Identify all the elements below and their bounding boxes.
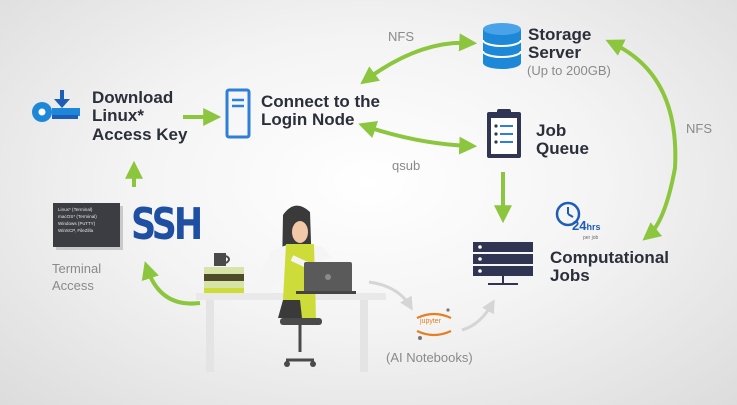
login-node-label: Connect to the Login Node [261, 92, 380, 130]
terminal-line-1: Terminal [52, 261, 102, 276]
edge-label-qsub: qsub [392, 158, 421, 173]
compute-node-label: Computational Jobs [550, 248, 669, 286]
arrow-qsub-login-queue [358, 120, 478, 155]
queue-line-2: Queue [536, 139, 589, 159]
arrow-nfs-storage-compute [605, 39, 678, 241]
server-rack-icon [473, 242, 533, 285]
compute-line-1: Computational [550, 248, 669, 267]
workflow-diagram: Download Linux* Access Key Connect to th… [0, 0, 737, 405]
storage-capacity-note: (Up to 200GB) [527, 63, 611, 78]
arrow-desk-to-ssh [141, 261, 201, 306]
download-line-3: Access Key [92, 124, 188, 144]
terminal-screen: Linux* (Terminal) macOS* (Terminal) Wind… [53, 203, 120, 247]
person-at-laptop-illustration [196, 205, 386, 372]
download-line-2: Linux* [92, 106, 144, 126]
terminal-line-windows: Windows (PuTTY) [58, 221, 96, 226]
storage-line-1: Storage [528, 25, 592, 44]
arrow-notebooks-to-compute [461, 299, 495, 332]
edge-label-nfs-right: NFS [686, 121, 712, 136]
download-line-1: Download [92, 88, 174, 107]
storage-node-label: Storage Server [528, 25, 592, 63]
terminal-line-2: Access [52, 277, 94, 293]
notebooks-label: (AI Notebooks) [386, 350, 473, 365]
login-line-1: Connect to the [261, 92, 380, 111]
time-badge-value: 24hrs [572, 218, 600, 233]
arrow-nfs-login-storage [360, 33, 478, 85]
key-download-icon [32, 90, 80, 122]
clipboard-list-icon [487, 109, 521, 158]
edge-label-nfs-top: NFS [388, 29, 414, 44]
login-line-2: Login Node [261, 110, 355, 130]
jupyter-label: jupyter [420, 318, 442, 325]
storage-line-2: Server [528, 43, 581, 63]
time-badge-unit: hrs [586, 222, 601, 232]
terminal-line-winscp: WinSCP, FileZilla [58, 228, 94, 233]
queue-node-label: Job Queue [536, 121, 589, 159]
time-badge-number: 24 [572, 218, 587, 233]
terminal-line-macos: macOS* (Terminal) [58, 214, 97, 219]
ssh-label: SSH [131, 200, 203, 250]
queue-line-1: Job [536, 121, 567, 140]
server-tower-icon [225, 88, 251, 139]
time-badge-note: per job [583, 235, 599, 241]
terminal-line-linux: Linux* (Terminal) [58, 207, 93, 212]
terminal-access-label: Terminal Access [52, 261, 101, 295]
database-icon [482, 23, 522, 69]
download-node-label: Download Linux* Access Key [92, 88, 188, 144]
compute-line-2: Jobs [550, 266, 590, 286]
